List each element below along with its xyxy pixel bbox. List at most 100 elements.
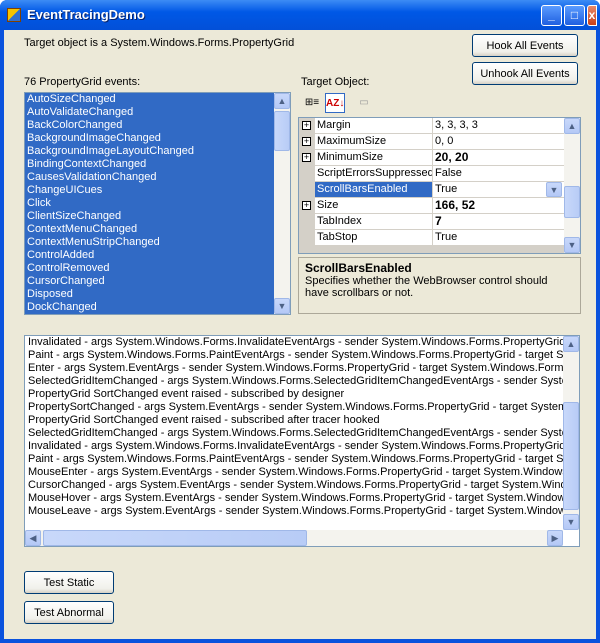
scroll-down-icon[interactable]: ▼ (563, 514, 579, 530)
event-list-item[interactable]: AutoValidateChanged (25, 106, 290, 119)
event-list-item[interactable]: BackColorChanged (25, 119, 290, 132)
expand-icon[interactable]: + (302, 137, 311, 146)
property-grid-scrollbar[interactable]: ▲ ▼ (564, 118, 580, 253)
scroll-thumb[interactable] (274, 111, 290, 151)
event-log[interactable]: Invalidated - args System.Windows.Forms.… (24, 335, 580, 547)
log-vscrollbar[interactable]: ▲ ▼ (563, 336, 579, 530)
property-value[interactable]: 166, 52 (433, 198, 564, 213)
property-row[interactable]: ScriptErrorsSuppressed False (299, 166, 564, 182)
events-label: 76 PropertyGrid events: (24, 76, 141, 88)
scroll-down-icon[interactable]: ▼ (564, 237, 580, 253)
minimize-button[interactable]: _ (541, 5, 562, 26)
scroll-down-icon[interactable]: ▼ (274, 298, 290, 314)
dropdown-icon[interactable]: ▼ (546, 182, 562, 197)
property-name[interactable]: ScriptErrorsSuppressed (315, 166, 432, 181)
event-list-item[interactable]: BindingContextChanged (25, 158, 290, 171)
event-list-item[interactable]: BackgroundImageChanged (25, 132, 290, 145)
property-name[interactable]: ScrollBarsEnabled (315, 182, 432, 197)
client-area: Target object is a System.Windows.Forms.… (4, 30, 596, 639)
test-static-button[interactable]: Test Static (24, 571, 114, 594)
app-icon (7, 8, 21, 22)
log-hscrollbar[interactable]: ◀ ▶ (25, 530, 563, 546)
event-list-item[interactable]: ContextMenuChanged (25, 223, 290, 236)
target-object-label: Target Object: (301, 76, 370, 88)
scroll-up-icon[interactable]: ▲ (564, 118, 580, 134)
event-list-item[interactable]: ClientSizeChanged (25, 210, 290, 223)
property-value[interactable]: 3, 3, 3, 3 (433, 118, 564, 133)
log-line: MouseLeave - args System.EventArgs - sen… (28, 505, 563, 517)
scroll-thumb[interactable] (563, 402, 579, 510)
target-label: Target object is a System.Windows.Forms.… (24, 37, 295, 49)
description-text: Specifies whether the WebBrowser control… (305, 275, 548, 299)
log-line: CursorChanged - args System.EventArgs - … (28, 479, 563, 491)
events-listbox[interactable]: AutoSizeChanged AutoValidateChanged BackCo… (24, 92, 291, 315)
event-list-item[interactable]: Click (25, 197, 290, 210)
property-grid[interactable]: + Margin 3, 3, 3, 3 + MaximumSize 0, 0 + Minimu… (298, 117, 581, 254)
log-line: Enter - args System.EventArgs - sender S… (28, 362, 563, 374)
log-line: Invalidated - args System.Windows.Forms.… (28, 440, 563, 452)
event-list-item[interactable]: ControlAdded (25, 249, 290, 262)
log-line: SelectedGridItemChanged - args System.Wi… (28, 427, 563, 439)
property-row[interactable]: + MaximumSize 0, 0 (299, 134, 564, 150)
property-name[interactable]: TabIndex (315, 214, 432, 229)
description-title: ScrollBarsEnabled (305, 261, 412, 275)
property-row[interactable]: + Size 166, 52 (299, 198, 564, 214)
property-name[interactable]: Size (315, 198, 432, 213)
scroll-up-icon[interactable]: ▲ (563, 336, 579, 352)
log-line: PropertyGrid SortChanged event raised - … (28, 388, 345, 400)
event-list-item[interactable]: ContextMenuStripChanged (25, 236, 290, 249)
property-row[interactable]: TabIndex 7 (299, 214, 564, 230)
property-row[interactable]: + MinimumSize 20, 20 (299, 150, 564, 166)
event-list-item[interactable]: CursorChanged (25, 275, 290, 288)
close-button[interactable]: x (587, 5, 597, 26)
event-list-item[interactable]: ChangeUICues (25, 184, 290, 197)
categorized-icon[interactable]: ⊞≡ (302, 93, 322, 113)
scroll-thumb[interactable] (43, 530, 307, 546)
log-line: SelectedGridItemChanged - args System.Wi… (28, 375, 563, 387)
unhook-all-events-button[interactable]: Unhook All Events (472, 62, 578, 85)
property-name[interactable]: Margin (315, 118, 432, 133)
hook-all-events-button[interactable]: Hook All Events (472, 34, 578, 57)
log-line: MouseEnter - args System.EventArgs - sen… (28, 466, 563, 478)
scroll-thumb[interactable] (564, 186, 580, 218)
maximize-button[interactable]: □ (564, 5, 585, 26)
property-name[interactable]: MinimumSize (315, 150, 432, 165)
property-description: ScrollBarsEnabled Specifies whether the … (298, 257, 581, 314)
log-line: PropertySortChanged - args System.EventA… (28, 401, 563, 413)
event-list-item[interactable]: Disposed (25, 288, 290, 301)
property-row[interactable]: + Margin 3, 3, 3, 3 (299, 118, 564, 134)
title-bar[interactable]: EventTracingDemo _ □ x (0, 0, 600, 30)
alphabetical-icon[interactable]: AZ↓ (325, 93, 345, 113)
log-line: PropertyGrid SortChanged event raised - … (28, 414, 380, 426)
expand-icon[interactable]: + (302, 201, 311, 210)
scroll-right-icon[interactable]: ▶ (547, 530, 563, 546)
log-line: MouseHover - args System.EventArgs - sen… (28, 492, 563, 504)
expand-icon[interactable]: + (302, 121, 311, 130)
window-title: EventTracingDemo (27, 7, 145, 22)
property-value[interactable]: 7 (433, 214, 564, 229)
property-row[interactable]: ScrollBarsEnabled True ▼ (299, 182, 564, 198)
property-value[interactable]: 20, 20 (433, 150, 564, 165)
property-name[interactable]: MaximumSize (315, 134, 432, 149)
event-list-item[interactable]: CausesValidationChanged (25, 171, 290, 184)
events-scrollbar[interactable]: ▲ ▼ (274, 93, 290, 314)
event-list-item[interactable]: AutoSizeChanged (25, 93, 290, 106)
property-value[interactable]: True (433, 230, 564, 245)
scroll-left-icon[interactable]: ◀ (25, 530, 41, 546)
property-value[interactable]: False (433, 166, 564, 181)
event-list-item[interactable]: DockChanged (25, 301, 290, 314)
test-abnormal-button[interactable]: Test Abnormal (24, 601, 114, 624)
expand-icon[interactable]: + (302, 153, 311, 162)
scroll-up-icon[interactable]: ▲ (274, 93, 290, 109)
log-line: Invalidated - args System.Windows.Forms.… (28, 336, 563, 348)
property-value[interactable]: 0, 0 (433, 134, 564, 149)
event-list-item[interactable]: ControlRemoved (25, 262, 290, 275)
log-line: Paint - args System.Windows.Forms.PaintE… (28, 453, 563, 465)
window: EventTracingDemo _ □ x Target object is … (0, 0, 600, 643)
property-row[interactable]: TabStop True (299, 230, 564, 246)
log-line: Paint - args System.Windows.Forms.PaintE… (28, 349, 563, 361)
property-pages-icon[interactable]: ▭ (354, 93, 374, 113)
event-list-item[interactable]: BackgroundImageLayoutChanged (25, 145, 290, 158)
property-name[interactable]: TabStop (315, 230, 432, 245)
property-value[interactable]: True (433, 182, 564, 197)
